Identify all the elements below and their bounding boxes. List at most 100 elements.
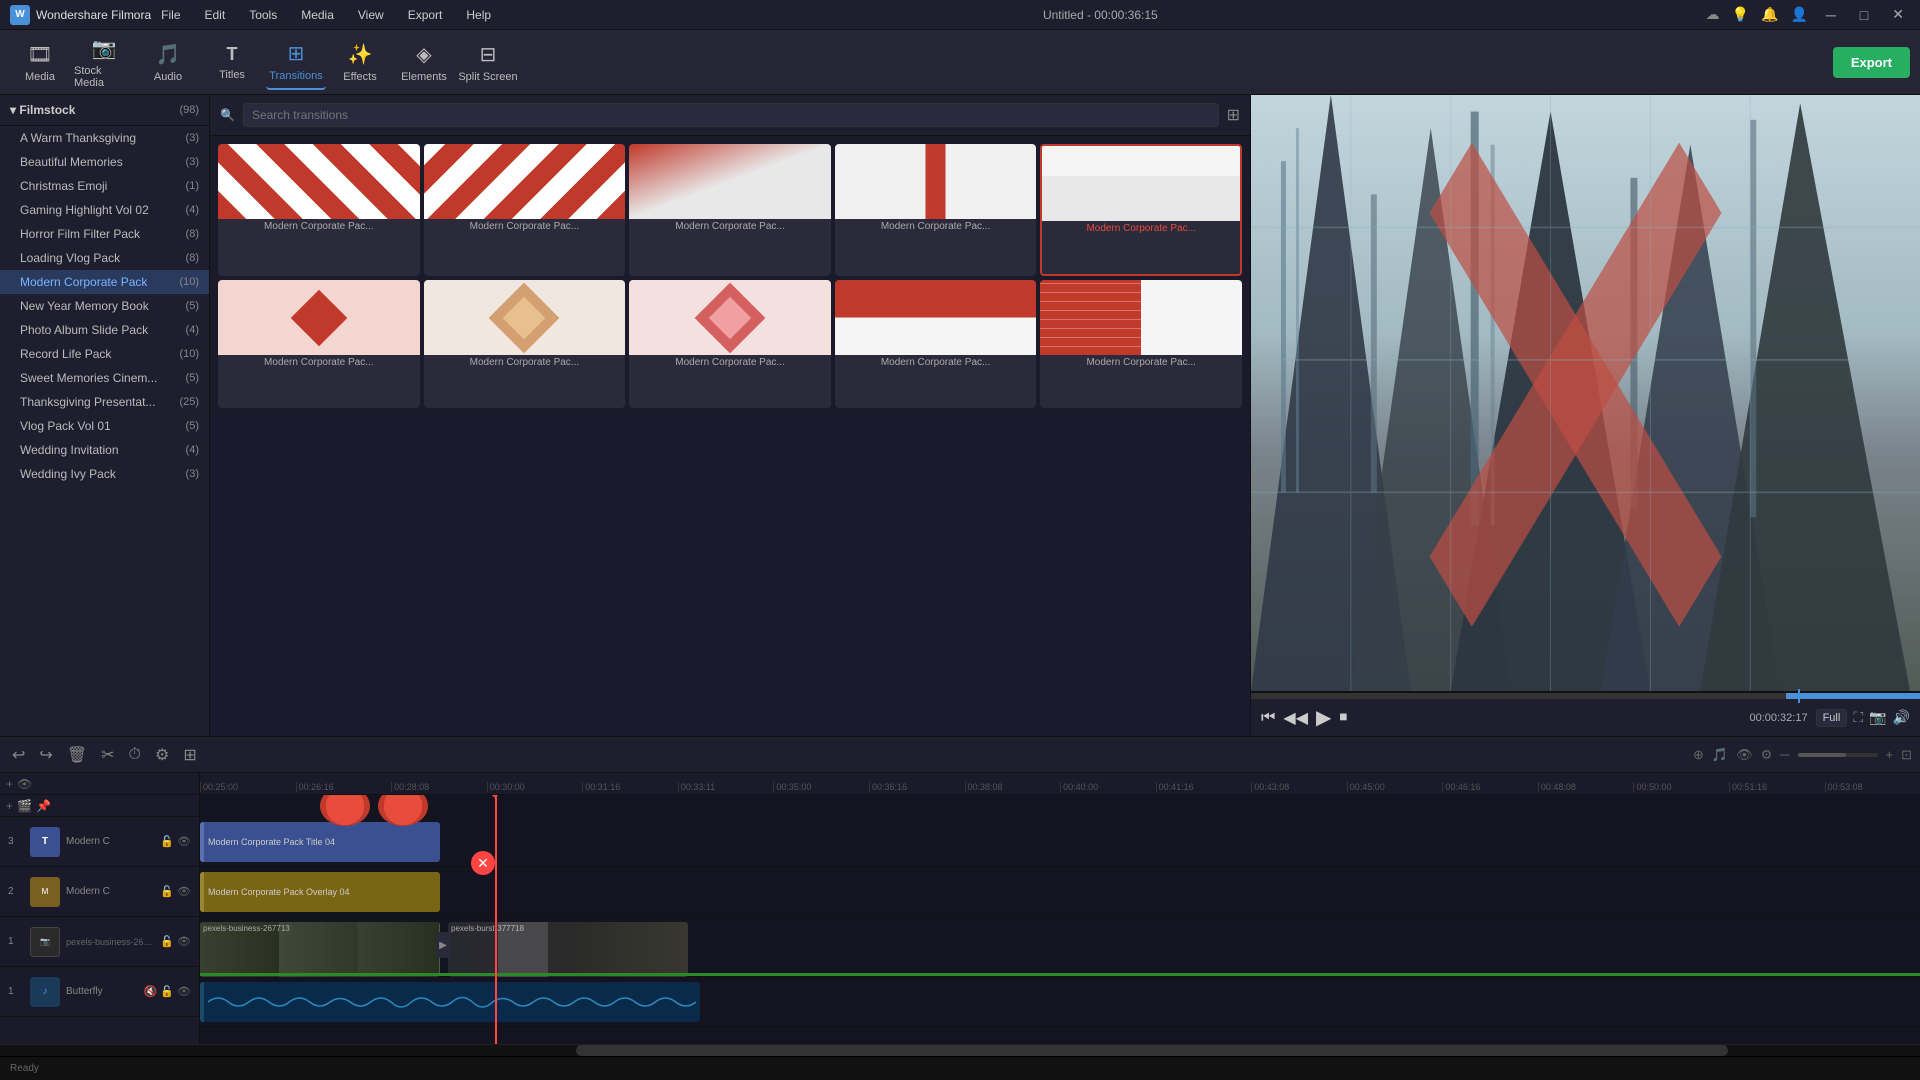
sidebar-item-modern-corporate[interactable]: Modern Corporate Pack (10) <box>0 270 209 294</box>
audio-mix-icon[interactable]: 🎵 <box>1712 747 1728 763</box>
sidebar-item-gaming-highlight[interactable]: Gaming Highlight Vol 02 (4) <box>0 198 209 222</box>
collab-icon[interactable]: 👁 <box>1736 747 1753 763</box>
transition-item-6[interactable]: Modern Corporate Pac... <box>218 280 420 408</box>
user-icon[interactable]: 👤 <box>1790 6 1807 23</box>
scrollbar-thumb[interactable] <box>576 1045 1728 1056</box>
ruler-mark: 00:26:16 <box>296 782 392 792</box>
menu-file[interactable]: File <box>157 6 184 24</box>
duration-button[interactable]: ⏱ <box>125 744 145 766</box>
export-button[interactable]: Export <box>1833 47 1910 78</box>
tool-media[interactable]: 🎞 Media <box>10 35 70 90</box>
maximize-button[interactable]: □ <box>1854 5 1874 25</box>
main-track-icon[interactable]: 🎬 <box>17 799 32 813</box>
sidebar-item-sweet-memories[interactable]: Sweet Memories Cinem... (5) <box>0 366 209 390</box>
video-clip-1[interactable]: pexels-business-267713 <box>200 922 440 977</box>
menu-export[interactable]: Export <box>404 6 447 24</box>
menu-edit[interactable]: Edit <box>201 6 230 24</box>
transition-item-10[interactable]: Modern Corporate Pac... <box>1040 280 1242 408</box>
menu-view[interactable]: View <box>354 6 388 24</box>
delete-button[interactable]: 🗑 <box>63 743 91 767</box>
tool-elements[interactable]: ◈ Elements <box>394 35 454 90</box>
add-track-icon[interactable]: + <box>6 777 13 791</box>
preview-progress-bar[interactable] <box>1251 693 1920 699</box>
transition-item-9[interactable]: Modern Corporate Pac... <box>835 280 1037 408</box>
sidebar-item-wedding-invitation[interactable]: Wedding Invitation (4) <box>0 438 209 462</box>
search-input[interactable] <box>243 103 1219 127</box>
transition-cut-marker[interactable]: ✕ <box>471 851 495 875</box>
sidebar-item-record-life[interactable]: Record Life Pack (10) <box>0 342 209 366</box>
sidebar-item-wedding-ivy[interactable]: Wedding Ivy Pack (3) <box>0 462 209 486</box>
undo-button[interactable]: ↩ <box>8 743 29 767</box>
menu-tools[interactable]: Tools <box>245 6 281 24</box>
timeline-settings-icon[interactable]: ⚙ <box>1761 747 1773 763</box>
snapshot-icon[interactable]: 📷 <box>1869 709 1886 726</box>
fullscreen-icon[interactable]: ⛶ <box>1853 709 1863 726</box>
zoom-slider[interactable] <box>1798 753 1878 757</box>
timeline-scrollbar[interactable] <box>0 1044 1920 1056</box>
overlay-clip[interactable]: Modern Corporate Pack Overlay 04 <box>200 872 440 912</box>
track-3-lock-icon[interactable]: 🔓 <box>160 835 174 848</box>
eye-icon[interactable]: 👁 <box>17 777 32 791</box>
sidebar-item-loading-vlog[interactable]: Loading Vlog Pack (8) <box>0 246 209 270</box>
playback-icon[interactable]: ⊕ <box>1693 747 1704 763</box>
fit-icon[interactable]: ⊡ <box>1901 747 1912 763</box>
menu-media[interactable]: Media <box>297 6 338 24</box>
skip-back-button[interactable]: ⏮ <box>1261 709 1275 727</box>
tool-stock-media[interactable]: 📷 Stock Media <box>74 35 134 90</box>
transition-item-7[interactable]: Modern Corporate Pac... <box>424 280 626 408</box>
menu-help[interactable]: Help <box>462 6 495 24</box>
transition-item-4[interactable]: Modern Corporate Pac... <box>835 144 1037 276</box>
tool-audio[interactable]: 🎵 Audio <box>138 35 198 90</box>
transition-item-1[interactable]: Modern Corporate Pac... <box>218 144 420 276</box>
minimize-button[interactable]: ─ <box>1820 5 1842 25</box>
sidebar-item-thanksgiving[interactable]: Thanksgiving Presentat... (25) <box>0 390 209 414</box>
tool-transitions[interactable]: ⊞ Transitions <box>266 35 326 90</box>
sidebar-item-christmas-emoji[interactable]: Christmas Emoji (1) <box>0 174 209 198</box>
close-button[interactable]: ✕ <box>1886 4 1910 25</box>
quality-selector[interactable]: Full <box>1816 709 1848 727</box>
track-3-eye-icon[interactable]: 👁 <box>177 835 191 848</box>
volume-icon[interactable]: 🔊 <box>1893 709 1910 726</box>
redo-button[interactable]: ↪ <box>35 743 56 767</box>
transition-item-3[interactable]: Modern Corporate Pac... <box>629 144 831 276</box>
bell-icon[interactable]: 🔔 <box>1761 6 1778 23</box>
track-audio-eye-icon[interactable]: 👁 <box>177 985 191 998</box>
sidebar-item-warm-thanksgiving[interactable]: A Warm Thanksgiving (3) <box>0 126 209 150</box>
zoom-out-icon[interactable]: ─ <box>1780 747 1789 762</box>
track-audio-number: 1 <box>8 986 24 997</box>
video-clip-2[interactable]: pexels-burst-377718 <box>448 922 688 977</box>
audio-clip[interactable] <box>200 982 700 1022</box>
tool-split-screen[interactable]: ⊟ Split Screen <box>458 35 518 90</box>
step-back-button[interactable]: ◀◀ <box>1283 708 1308 728</box>
transition-item-2[interactable]: Modern Corporate Pac... <box>424 144 626 276</box>
transition-item-8[interactable]: Modern Corporate Pac... <box>629 280 831 408</box>
transition-item-5[interactable]: Modern Corporate Pac... <box>1040 144 1242 276</box>
cut-button[interactable]: ✂ <box>97 743 118 767</box>
track-audio-lock-icon[interactable]: 🔓 <box>160 985 174 998</box>
track-1-eye-icon[interactable]: 👁 <box>177 935 191 948</box>
title-clip[interactable]: Modern Corporate Pack Title 04 <box>200 822 440 862</box>
zoom-in-icon[interactable]: + <box>1886 747 1894 762</box>
track-1-lock-icon[interactable]: 🔓 <box>160 935 174 948</box>
tool-titles[interactable]: T Titles <box>202 35 262 90</box>
sidebar-item-beautiful-memories[interactable]: Beautiful Memories (3) <box>0 150 209 174</box>
layout-button[interactable]: ⊞ <box>179 743 200 767</box>
stop-button[interactable]: ⏹ <box>1339 709 1347 727</box>
sidebar-item-vlog-pack[interactable]: Vlog Pack Vol 01 (5) <box>0 414 209 438</box>
sidebar-item-new-year-memory[interactable]: New Year Memory Book (5) <box>0 294 209 318</box>
settings-button[interactable]: ⚙ <box>151 743 173 767</box>
pin-icon[interactable]: 📌 <box>36 799 51 813</box>
track-2-eye-icon[interactable]: 👁 <box>177 885 191 898</box>
sidebar-item-photo-album[interactable]: Photo Album Slide Pack (4) <box>0 318 209 342</box>
track-audio-mute-icon[interactable]: 🔇 <box>144 985 158 998</box>
sidebar-header: ▾ Filmstock (98) <box>0 95 209 126</box>
grid-toggle-icon[interactable]: ⊞ <box>1227 105 1240 125</box>
add-track-button[interactable]: + <box>6 799 13 813</box>
track-2-lock-icon[interactable]: 🔓 <box>160 885 174 898</box>
bulb-icon[interactable]: 💡 <box>1732 6 1749 23</box>
sidebar-item-horror-film[interactable]: Horror Film Filter Pack (8) <box>0 222 209 246</box>
tool-effects[interactable]: ✨ Effects <box>330 35 390 90</box>
play-button[interactable]: ▶ <box>1316 705 1331 730</box>
cloud-icon[interactable]: ☁ <box>1706 6 1720 23</box>
playhead[interactable] <box>495 795 497 1044</box>
